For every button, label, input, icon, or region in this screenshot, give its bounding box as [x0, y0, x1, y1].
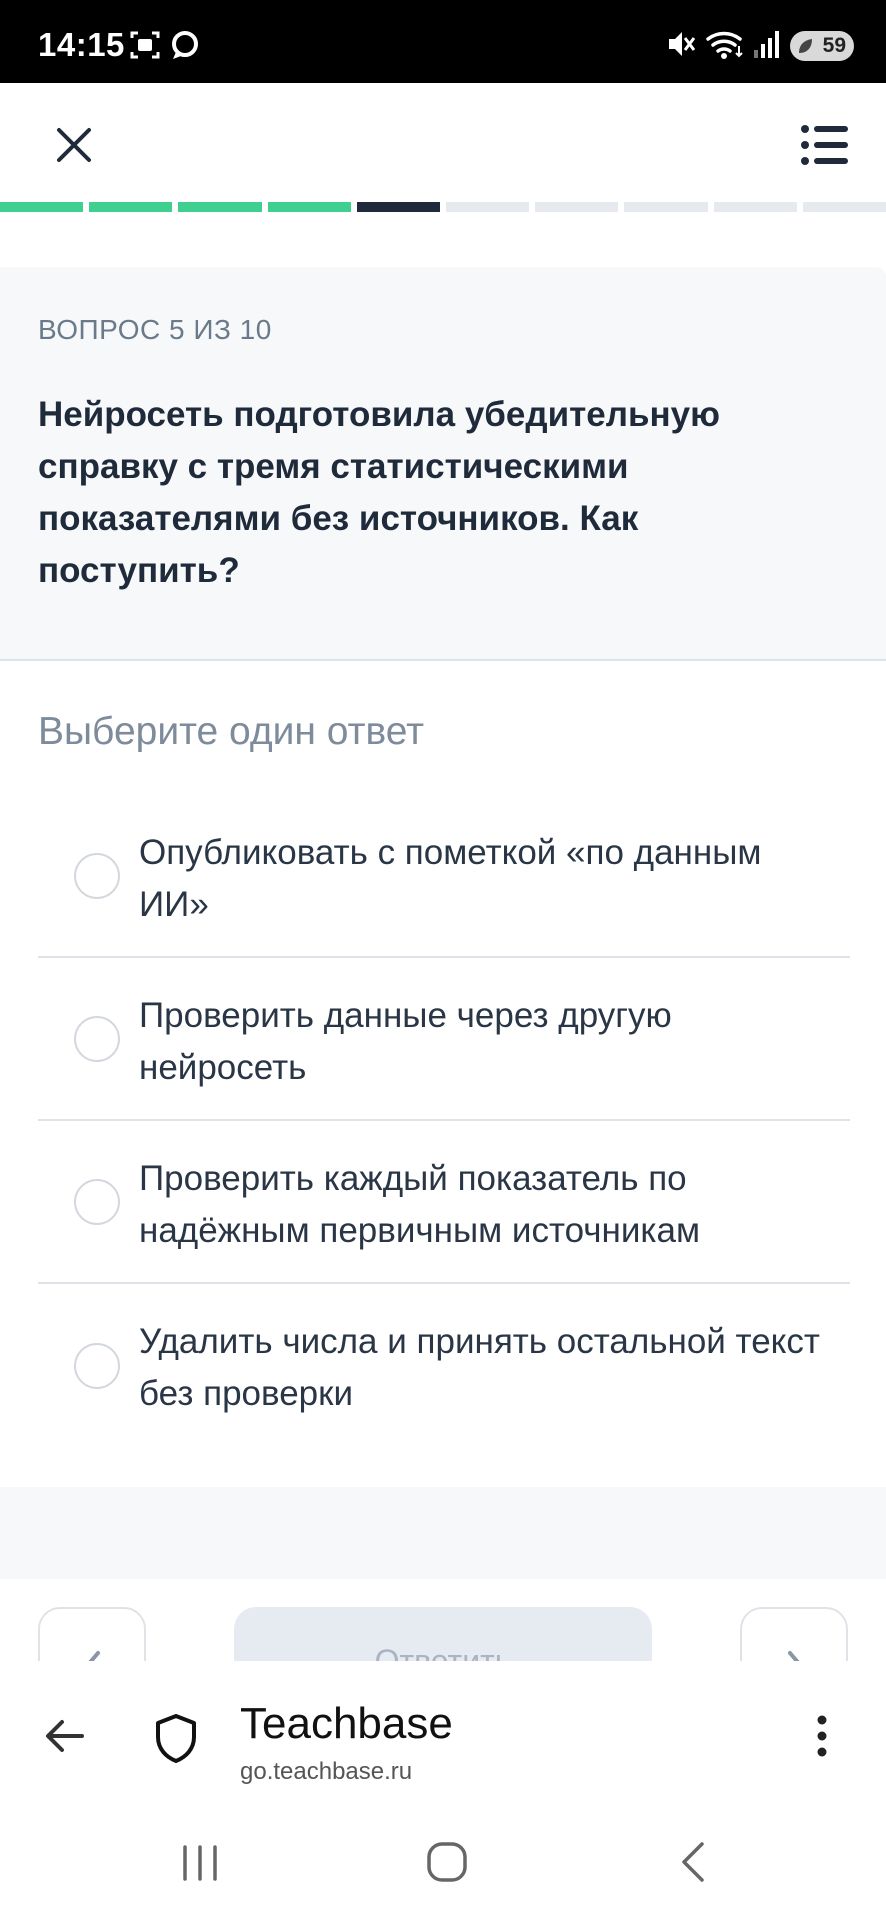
progress-segment-7 — [535, 202, 619, 212]
mute-icon — [669, 32, 696, 56]
battery-level: 59 — [822, 34, 846, 57]
recent-apps-icon[interactable] — [178, 1841, 222, 1885]
progress-segment-4 — [267, 202, 351, 212]
answer-option-2[interactable]: Проверить данные через другую нейросеть — [38, 958, 850, 1121]
system-back-icon[interactable] — [674, 1839, 714, 1885]
quiz-header — [0, 83, 886, 203]
answer-text: Проверить данные через другую нейросеть — [139, 996, 672, 1087]
answer-list: Опубликовать с пометкой «по данным ИИ» П… — [38, 795, 850, 1447]
submit-answer-button[interactable]: Ответить — [234, 1607, 652, 1661]
wifi-icon — [706, 31, 743, 59]
question-text: Нейросеть подготовила убедительную справ… — [38, 395, 720, 590]
answer-option-4[interactable]: Удалить числа и принять остальной текст … — [38, 1284, 850, 1447]
arrow-left-icon — [46, 1720, 84, 1752]
progress-segment-9 — [713, 202, 797, 212]
browser-back-button[interactable] — [42, 1713, 88, 1764]
more-vertical-icon — [817, 1715, 827, 1757]
chevron-right-icon — [788, 1651, 800, 1661]
progress-segment-6 — [446, 202, 530, 212]
quiz-progress-bar — [0, 202, 886, 212]
questions-list-button[interactable] — [796, 117, 852, 173]
answer-text: Проверить каждый показатель по надёжным … — [139, 1159, 701, 1250]
shield-icon — [156, 1714, 196, 1763]
progress-segment-2 — [89, 202, 173, 212]
close-button[interactable] — [46, 117, 102, 173]
browser-menu-button[interactable] — [806, 1711, 838, 1766]
chat-icon — [172, 31, 198, 59]
site-url[interactable]: go.teachbase.ru — [240, 1758, 412, 1786]
close-icon — [57, 128, 91, 162]
answer-option-3[interactable]: Проверить каждый показатель по надёжным … — [38, 1121, 850, 1284]
progress-segment-8 — [624, 202, 708, 212]
leaf-icon — [799, 39, 812, 53]
site-security-button[interactable] — [150, 1711, 202, 1770]
content-footer-band — [0, 1487, 886, 1579]
radio-button[interactable] — [74, 1342, 120, 1389]
previous-question-button[interactable] — [38, 1607, 146, 1661]
signal-icon — [754, 31, 779, 58]
status-bar: 14:15 59 — [0, 0, 886, 83]
next-question-button[interactable] — [740, 1607, 848, 1661]
question-card: ВОПРОС 5 ИЗ 10 Нейросеть подготовила убе… — [0, 267, 886, 661]
progress-segment-3 — [178, 202, 262, 212]
answer-text: Удалить числа и принять остальной текст … — [139, 1322, 820, 1413]
progress-segment-1 — [0, 202, 84, 212]
quiz-action-bar: Ответить — [0, 1579, 886, 1661]
radio-button[interactable] — [74, 1178, 120, 1225]
answer-text: Опубликовать с пометкой «по данным ИИ» — [139, 833, 762, 924]
browser-toolbar: Teachbase go.teachbase.ru — [0, 1661, 886, 1811]
radio-button[interactable] — [74, 1015, 120, 1062]
battery-indicator: 59 — [790, 31, 854, 61]
answer-option-1[interactable]: Опубликовать с пометкой «по данным ИИ» — [38, 795, 850, 958]
chevron-left-icon — [88, 1651, 100, 1661]
site-title[interactable]: Teachbase — [240, 1699, 453, 1749]
screenshot-icon — [130, 31, 160, 59]
home-icon[interactable] — [424, 1839, 470, 1885]
list-menu-icon — [801, 125, 848, 165]
progress-segment-5 — [356, 202, 441, 212]
answer-instruction: Выберите один ответ — [38, 710, 425, 753]
status-time: 14:15 — [38, 26, 125, 63]
system-navigation-bar — [0, 1811, 886, 1920]
question-counter: ВОПРОС 5 ИЗ 10 — [38, 314, 272, 345]
progress-segment-10 — [802, 202, 886, 212]
radio-button[interactable] — [74, 852, 120, 899]
